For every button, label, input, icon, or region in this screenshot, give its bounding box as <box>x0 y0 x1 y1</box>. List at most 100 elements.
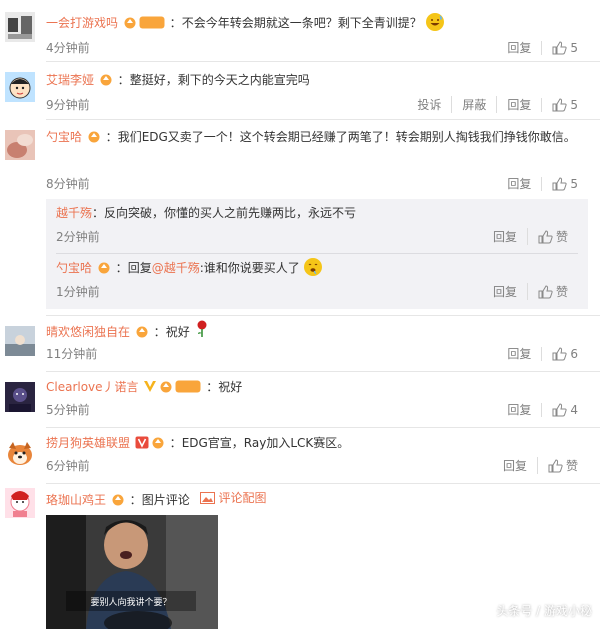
avatar[interactable] <box>5 326 35 356</box>
avatar[interactable] <box>5 72 35 102</box>
thumbs-up-icon <box>552 346 567 360</box>
level-badge-icon <box>87 128 101 150</box>
reply-button[interactable]: 回复 <box>497 175 541 192</box>
thumbs-up-icon <box>538 284 553 298</box>
comment-text: 祝好 <box>218 380 243 394</box>
vip-badge-icon <box>143 378 157 400</box>
like-button[interactable]: 4 <box>541 402 588 417</box>
like-button[interactable]: 赞 <box>526 283 578 300</box>
reply-button[interactable]: 回复 <box>493 457 537 474</box>
comment-body: 艾瑞李娅 ：整挺好，剩下的今天之内能宣完吗 <box>46 69 588 93</box>
block-button[interactable]: 屏蔽 <box>451 96 496 113</box>
comment-image[interactable]: 要别人向我讲个要？ <box>46 515 218 629</box>
sub-reply-body: 越千殇：反向突破，你懂的买人之前先赚两比，永远不亏 <box>56 202 578 224</box>
mention-link[interactable]: @越千殇 <box>152 261 200 275</box>
reply-text: 反向突破，你懂的买人之前先赚两比，永远不亏 <box>104 206 357 220</box>
comment-username[interactable]: 珞珈山鸡王 <box>46 493 106 507</box>
watermark: 头条号 / 游戏小秘 <box>496 604 592 618</box>
avatar[interactable] <box>5 130 35 160</box>
comment-actions: 回复 赞 <box>493 457 588 474</box>
like-count: 5 <box>570 97 578 112</box>
comment-body: Clearlove丿诺言 ：祝好 <box>46 376 588 400</box>
comment-text: 祝好 <box>165 325 190 339</box>
comment-body: 勺宝哈 ：我们EDG又卖了一个！这个转会期已经赚了两笔了！转会期别人掏钱我们挣钱… <box>46 126 588 150</box>
comment-item: 一会打游戏吗 ：不会今年转会期就这一条吧？剩下全青训提？ 4分钟前 回复 5 <box>0 0 600 62</box>
reply-button[interactable]: 回复 <box>497 39 541 56</box>
report-button[interactable]: 投诉 <box>407 96 451 113</box>
level-badge-icon <box>99 71 113 93</box>
reply-username[interactable]: 越千殇 <box>56 206 92 220</box>
comment-username[interactable]: 捞月狗英雄联盟 <box>46 436 130 450</box>
comment-username[interactable]: 一会打游戏吗 <box>46 16 118 30</box>
reply-button[interactable]: 回复 <box>497 345 541 362</box>
thumbs-up-icon <box>552 97 567 111</box>
grinning-sweat-icon <box>425 13 444 31</box>
divider <box>56 253 578 254</box>
sub-reply: 勺宝哈 ：回复@越千殇:谁和你说要买人了 1分钟前 回复 赞 <box>56 257 588 309</box>
like-button[interactable]: 6 <box>541 346 588 361</box>
comment-actions: 回复 5 <box>497 39 588 56</box>
like-count: 4 <box>570 402 578 417</box>
comment-time: 5分钟前 <box>46 403 90 417</box>
like-button[interactable]: 5 <box>541 40 588 55</box>
level-badge-icon <box>97 259 111 281</box>
like-button[interactable]: 赞 <box>536 457 588 474</box>
avatar[interactable] <box>5 438 35 468</box>
comment-body: 捞月狗英雄联盟 ：EDG官宣，Ray加入LCK赛区。 <box>46 432 588 456</box>
like-label: 赞 <box>565 459 578 473</box>
comment-body: 晴欢悠闲独自在 ：祝好 <box>46 320 588 345</box>
reply-button[interactable]: 回复 <box>497 401 541 418</box>
comment-username[interactable]: Clearlove丿诺言 <box>46 380 139 394</box>
like-button[interactable]: 5 <box>541 176 588 191</box>
image-icon <box>199 492 215 504</box>
thumbs-up-icon <box>552 176 567 190</box>
image-caption: 要别人向我讲个要？ <box>90 596 171 608</box>
comment-time: 6分钟前 <box>46 459 90 473</box>
comment-username[interactable]: 晴欢悠闲独自在 <box>46 325 130 339</box>
reply-button[interactable]: 回复 <box>483 283 527 300</box>
reply-separator: ： <box>92 206 105 220</box>
comment-text: 整挺好，剩下的今天之内能宣完吗 <box>129 73 310 87</box>
comment-separator: ： <box>105 130 118 144</box>
comment-actions: 回复 4 <box>497 401 588 418</box>
reply-text: :谁和你说要买人了 <box>199 261 300 275</box>
level-badge-icon <box>151 434 165 456</box>
image-link-label: 评论配图 <box>218 491 267 505</box>
view-image-link[interactable]: 评论配图 <box>199 487 267 509</box>
thumbs-up-icon <box>552 402 567 416</box>
level-badge-icon <box>135 323 149 345</box>
like-button[interactable]: 赞 <box>526 228 578 245</box>
reply-time: 2分钟前 <box>56 230 100 244</box>
avatar[interactable] <box>5 488 35 518</box>
like-button[interactable]: 5 <box>541 97 588 112</box>
fan-badge-icon <box>139 14 165 36</box>
like-count: 6 <box>570 346 578 361</box>
comment-username[interactable]: 勺宝哈 <box>46 130 82 144</box>
v-badge-icon <box>135 434 149 456</box>
comment-item: Clearlove丿诺言 ：祝好 5分钟前 回复 4 <box>0 372 600 428</box>
reply-actions: 回复 赞 <box>483 283 578 300</box>
reply-time: 1分钟前 <box>56 285 100 299</box>
reply-username[interactable]: 勺宝哈 <box>56 261 92 275</box>
sub-reply: 越千殇：反向突破，你懂的买人之前先赚两比，永远不亏 2分钟前 回复 赞 <box>56 202 588 254</box>
thumbs-up-icon <box>552 40 567 54</box>
comment-text: 不会今年转会期就这一条吧？剩下全青训提？ <box>181 16 422 30</box>
reply-button[interactable]: 回复 <box>483 228 527 245</box>
comment-body: 珞珈山鸡王 ：图片评论 评论配图 <box>46 487 588 513</box>
comment-separator: ： <box>153 325 166 339</box>
sub-reply-body: 勺宝哈 ：回复@越千殇:谁和你说要买人了 <box>56 257 578 281</box>
avatar[interactable] <box>5 382 35 412</box>
comment-actions: 回复 6 <box>497 345 588 362</box>
comment-text: 图片评论 <box>141 493 190 507</box>
comment-username[interactable]: 艾瑞李娅 <box>46 73 94 87</box>
comment-time: 9分钟前 <box>46 98 90 112</box>
comment-separator: ： <box>169 16 182 30</box>
comment-time: 4分钟前 <box>46 41 90 55</box>
comment-item: 勺宝哈 ：我们EDG又卖了一个！这个转会期已经赚了两笔了！转会期别人掏钱我们挣钱… <box>0 120 600 316</box>
avatar[interactable] <box>5 12 35 42</box>
comment-time: 11分钟前 <box>46 347 98 361</box>
like-label: 赞 <box>555 230 568 244</box>
comment-separator: ： <box>129 493 142 507</box>
comment-separator: ： <box>169 436 182 450</box>
reply-button[interactable]: 回复 <box>496 96 541 113</box>
